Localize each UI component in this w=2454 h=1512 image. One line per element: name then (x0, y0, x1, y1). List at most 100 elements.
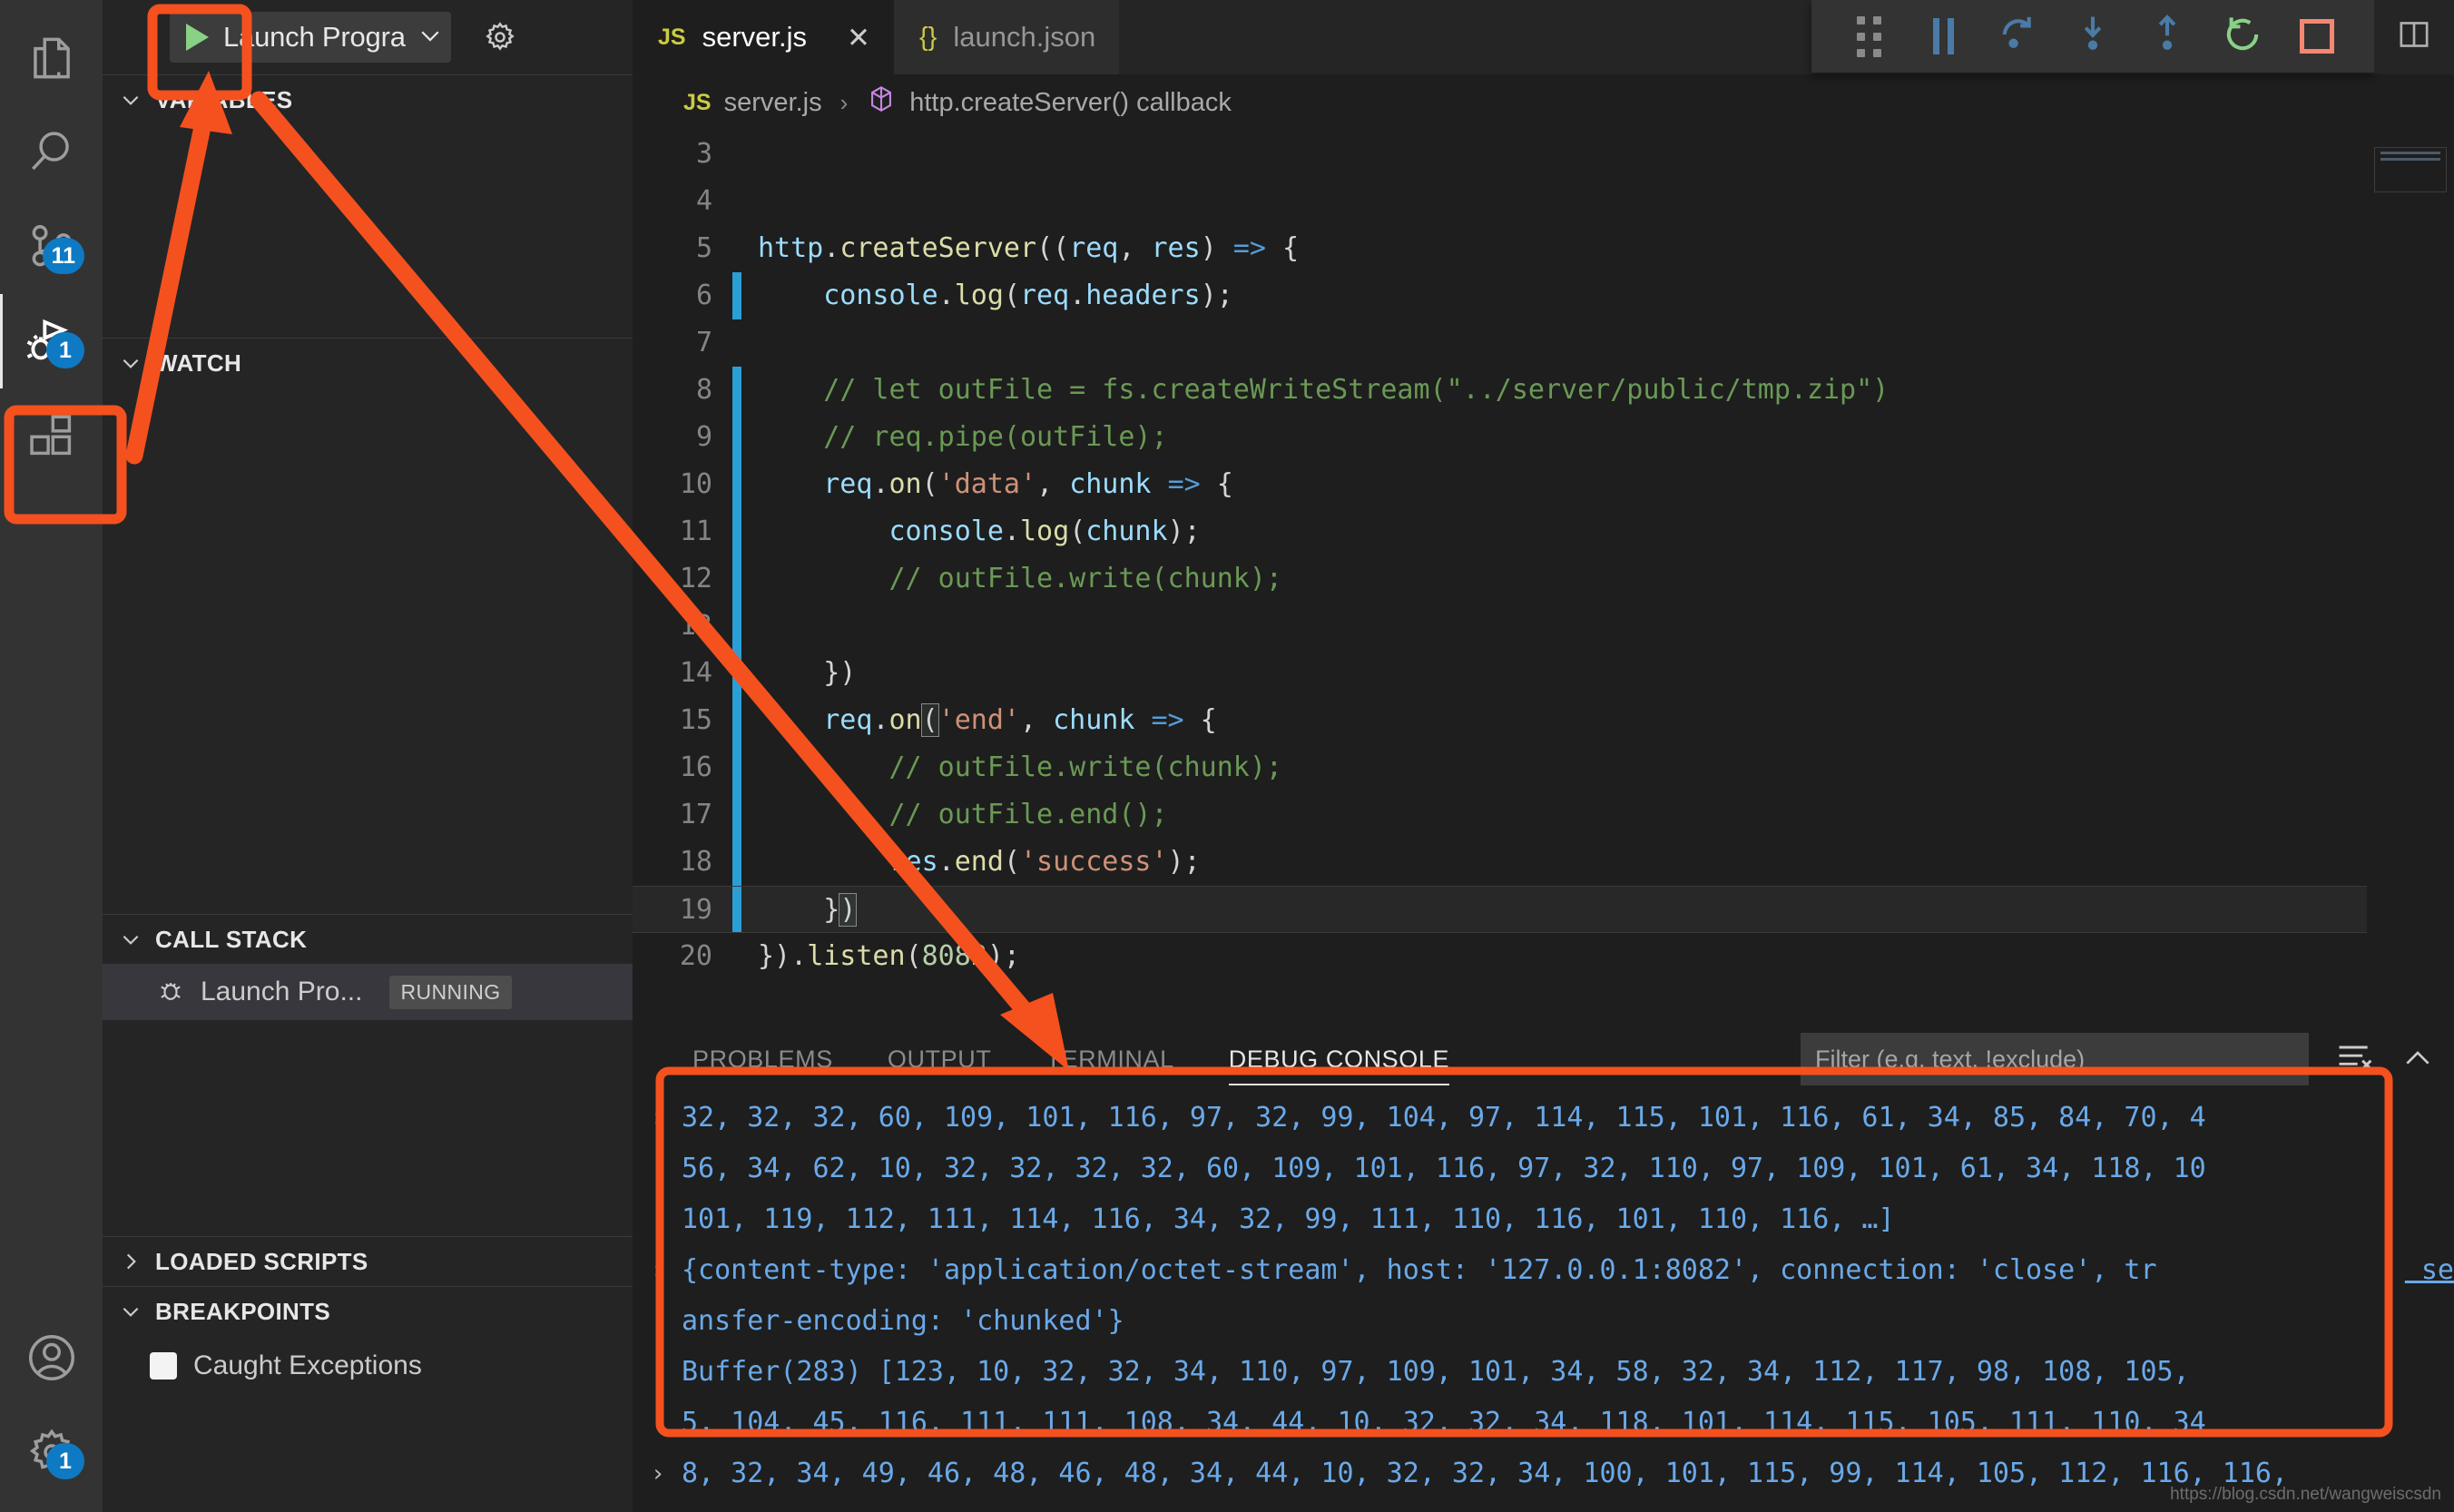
debug-step-over-button[interactable] (1988, 6, 2048, 66)
tab-debug-console[interactable]: DEBUG CONSOLE (1202, 1026, 1477, 1093)
debug-range-bar (732, 225, 741, 272)
code-text: // req.pipe(outFile); (758, 421, 1168, 453)
code-text: }).listen(8082); (758, 940, 1020, 972)
section-header-variables[interactable]: VARIABLES (103, 75, 633, 124)
tab-problems[interactable]: PROBLEMS (665, 1026, 860, 1093)
tab-output[interactable]: OUTPUT (860, 1026, 1019, 1093)
clear-console-icon[interactable] (2334, 1037, 2374, 1082)
line-number: 18 (679, 846, 712, 878)
launch-configuration-dropdown[interactable]: Launch Progra (170, 12, 451, 63)
vscode-window: 11 1 1 Launch Progra VARIABLES WATCH CAL… (0, 0, 2454, 1512)
search-icon (24, 124, 80, 181)
code-text: }) (758, 893, 858, 927)
console-line: ›Buffer(283) [123, 10, 32, 32, 34, 110, … (651, 1347, 2454, 1398)
call-stack-session-label: Launch Pro... (201, 977, 363, 1006)
variables-body (103, 124, 633, 338)
code-text: // outFile.end(); (758, 799, 1168, 830)
line-number: 13 (679, 610, 712, 642)
activity-bar: 11 1 1 (0, 0, 103, 1512)
activity-item-search[interactable] (0, 105, 103, 200)
minimap-content (2374, 147, 2447, 192)
chevron-right-icon[interactable]: › (651, 1245, 682, 1296)
console-text: 32, 32, 32, 60, 109, 101, 116, 97, 32, 9… (682, 1102, 2206, 1134)
breakpoint-row[interactable]: Caught Exceptions (103, 1336, 633, 1396)
tab-server-js[interactable]: JS server.js ✕ (633, 0, 894, 74)
code-line: 10 req.on('data', chunk => { (633, 461, 2454, 508)
section-header-watch[interactable]: WATCH (103, 339, 633, 388)
floating-debug-toolbar[interactable] (1811, 0, 2374, 73)
debug-range-bar (732, 508, 741, 555)
split-editor-icon[interactable] (2396, 16, 2432, 57)
minimap[interactable] (2367, 131, 2454, 1026)
call-stack-session-row[interactable]: Launch Pro... RUNNING (103, 964, 633, 1020)
section-breakpoints: BREAKPOINTS Caught Exceptions (103, 1286, 633, 1396)
chevron-down-icon (119, 1300, 142, 1323)
activity-item-source-control[interactable]: 11 (0, 200, 103, 294)
section-header-breakpoints[interactable]: BREAKPOINTS (103, 1287, 633, 1336)
console-indent: › (651, 1398, 682, 1448)
debug-range-bar (732, 839, 741, 886)
breadcrumb-symbol[interactable]: http.createServer() callback (909, 88, 1232, 118)
chevron-down-icon[interactable] (417, 22, 444, 54)
section-header-loaded-scripts[interactable]: LOADED SCRIPTS (103, 1237, 633, 1286)
code-lines-container: 3 4 5 http.createServer((req, res) => {6 co… (633, 131, 2454, 1026)
breakpoint-checkbox[interactable] (150, 1352, 177, 1379)
line-number: 3 (695, 138, 712, 170)
breadcrumb-file[interactable]: server.js (724, 88, 822, 118)
play-icon[interactable] (186, 24, 209, 51)
stop-icon (2299, 19, 2334, 54)
activity-item-accounts[interactable] (0, 1311, 103, 1405)
source-control-badge: 11 (42, 238, 84, 274)
section-header-call-stack[interactable]: CALL STACK (103, 915, 633, 964)
run-debug-badge: 1 (46, 332, 84, 368)
close-icon[interactable]: ✕ (847, 24, 870, 52)
debug-range-bar (732, 887, 741, 932)
tab-label: launch.json (953, 21, 1096, 53)
code-line: 11 console.log(chunk); (633, 508, 2454, 555)
files-icon (24, 30, 80, 86)
section-title: VARIABLES (155, 85, 293, 113)
console-line: › {content-type: 'application/octet-strea… (651, 1245, 2454, 1296)
activity-item-explorer[interactable] (0, 11, 103, 105)
debug-step-out-button[interactable] (2137, 6, 2197, 66)
debug-restart-button[interactable] (2213, 6, 2272, 66)
debug-range-bar (732, 933, 741, 980)
debug-configure-gear-icon[interactable] (475, 12, 525, 63)
code-line: 5 http.createServer((req, res) => { (633, 225, 2454, 272)
activity-item-run-and-debug[interactable]: 1 (0, 294, 103, 388)
code-line: 8 // let outFile = fs.createWriteStream(… (633, 367, 2454, 414)
panel-tab-label: OUTPUT (887, 1045, 992, 1073)
line-number: 20 (679, 940, 712, 972)
debug-step-into-button[interactable] (2063, 6, 2123, 66)
step-out-icon (2144, 11, 2191, 63)
panel-tab-bar: PROBLEMS OUTPUT TERMINAL DEBUG CONSOLE (633, 1026, 2454, 1093)
debug-console-output[interactable]: › 32, 32, 32, 60, 109, 101, 116, 97, 32, … (633, 1093, 2454, 1512)
code-line: 18 res.end('success'); (633, 839, 2454, 886)
line-number: 17 (679, 799, 712, 830)
console-source-link[interactable]: se (2405, 1245, 2454, 1296)
debug-pause-button[interactable] (1913, 6, 1973, 66)
tab-launch-json[interactable]: {} launch.json (894, 0, 1120, 74)
filter-input[interactable] (1801, 1033, 2309, 1085)
breadcrumb: JS server.js › http.createServer() callb… (633, 74, 2454, 131)
line-number: 4 (695, 185, 712, 217)
chevron-right-icon[interactable]: › (651, 1093, 682, 1144)
debug-range-bar (732, 555, 741, 603)
debug-range-bar (732, 461, 741, 508)
breadcrumb-separator: › (839, 88, 849, 116)
debug-range-bar (732, 650, 741, 697)
chevron-up-icon[interactable] (2400, 1039, 2436, 1080)
debug-range-bar (732, 272, 741, 319)
debug-stop-button[interactable] (2287, 6, 2347, 66)
code-text: http.createServer((req, res) => { (758, 232, 1300, 264)
line-number: 8 (695, 374, 712, 406)
tab-terminal[interactable]: TERMINAL (1018, 1026, 1201, 1093)
activity-item-extensions[interactable] (0, 388, 103, 483)
code-editor[interactable]: 3 4 5 http.createServer((req, res) => {6 co… (633, 131, 2454, 1026)
chevron-right-icon[interactable]: › (651, 1448, 682, 1499)
debug-drag-handle[interactable] (1839, 6, 1899, 66)
call-stack-body: Launch Pro... RUNNING (103, 964, 633, 1236)
activity-item-settings[interactable]: 1 (0, 1405, 103, 1499)
code-line: 3 (633, 131, 2454, 178)
